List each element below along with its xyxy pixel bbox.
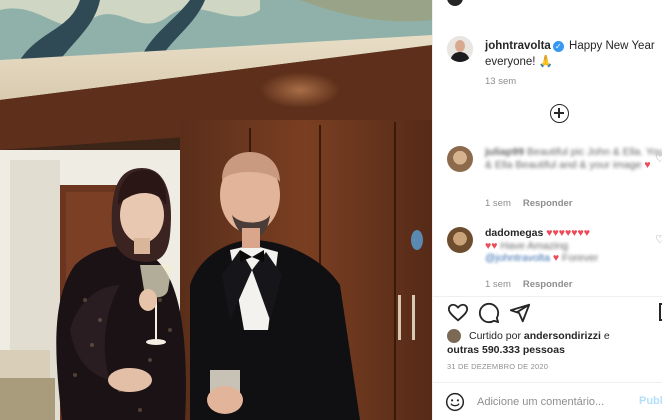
caption-text: johntravolta ✓ Happy New Year everyone! 🙏: [485, 38, 661, 70]
emoji-smiley-icon[interactable]: [445, 392, 465, 412]
commenter-username[interactable]: dadomegas: [485, 227, 543, 239]
post-side-panel: johntravolta ✓ Happy New Year everyone! 🙏…: [432, 0, 662, 420]
add-comment-bar: Publ: [433, 382, 662, 420]
comment-body: dadomegas ♥♥♥♥♥♥♥ ♥♥ Have Amazing @johnt…: [485, 227, 662, 265]
post-photo[interactable]: [0, 0, 432, 420]
likes-line: Curtido por andersondirizzi e: [469, 329, 610, 343]
comment-text-tail: Forever: [562, 252, 599, 264]
share-direct-icon[interactable]: [509, 302, 531, 324]
comment-mention[interactable]: @johntravolta: [485, 252, 550, 264]
post-comment-button[interactable]: Publ: [639, 395, 662, 407]
commenter-avatar[interactable]: [447, 227, 473, 253]
comment-input[interactable]: [477, 394, 627, 410]
post-date[interactable]: 31 DE DEZEMBRO DE 2020: [447, 362, 548, 371]
post-actions: [447, 302, 657, 324]
likes-others-count[interactable]: outras 590.333 pessoas: [447, 344, 565, 356]
likes-count-line: outras 590.333 pessoas: [447, 343, 565, 357]
hearts-emoji-icon: ♥♥: [485, 239, 498, 252]
caption-timestamp[interactable]: 13 sem: [485, 76, 516, 87]
comment-time: 1 sem: [485, 279, 511, 290]
header-avatar-icon[interactable]: [447, 0, 463, 6]
comment-meta: 1 sem Responder: [485, 279, 573, 290]
author-username[interactable]: johntravolta: [485, 40, 551, 52]
author-avatar-icon: [447, 36, 473, 62]
post-photo-illustration: [0, 0, 432, 420]
comment-text: Have Amazing: [500, 239, 569, 252]
verified-badge-icon: ✓: [552, 41, 564, 52]
heart-emoji-icon: ♥: [552, 252, 560, 264]
liked-by-prefix: Curtido por: [469, 330, 521, 342]
praying-hands-emoji-icon: 🙏: [538, 56, 554, 68]
like-heart-icon[interactable]: [447, 302, 469, 324]
reply-button[interactable]: Responder: [523, 279, 573, 290]
commenter-username[interactable]: juliap99: [485, 146, 524, 158]
heart-emoji-icon: ♥: [644, 158, 651, 171]
reply-button[interactable]: Responder: [523, 198, 573, 209]
comment-meta: 1 sem Responder: [485, 198, 573, 209]
hearts-emoji-icon: ♥♥♥♥♥♥♥: [546, 227, 590, 239]
comment-time: 1 sem: [485, 198, 511, 209]
like-comment-heart-icon[interactable]: ♡: [655, 152, 662, 165]
author-avatar[interactable]: [447, 36, 473, 62]
comment-bubble-icon[interactable]: [478, 302, 500, 324]
commenter-avatar[interactable]: [447, 146, 473, 172]
divider: [433, 296, 662, 297]
likes-conjunction: e: [603, 330, 610, 342]
comment-body: juliap99 Beautiful pic John & Ella. You …: [485, 146, 662, 171]
liker-username[interactable]: andersondirizzi: [524, 330, 601, 342]
liker-avatar[interactable]: [447, 329, 461, 343]
like-comment-heart-icon[interactable]: ♡: [655, 233, 662, 246]
load-more-comments-icon[interactable]: [550, 104, 569, 123]
